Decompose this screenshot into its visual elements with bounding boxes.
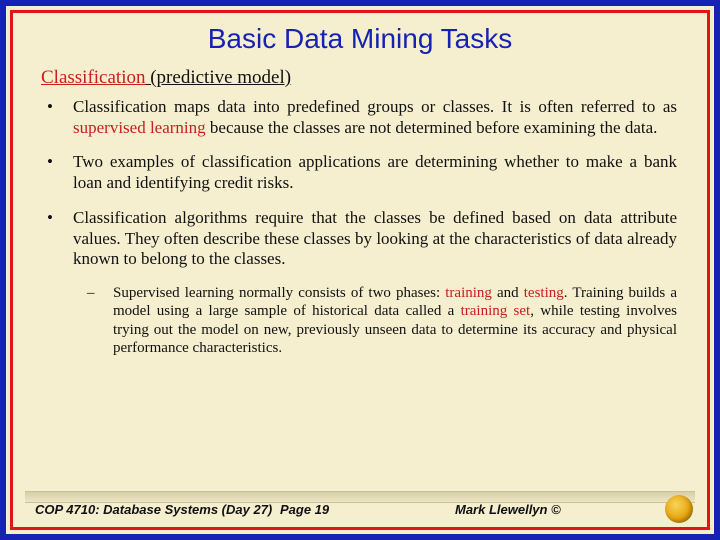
bullet-text: Classification maps data into predefined…	[73, 97, 677, 116]
sub-red: training	[445, 285, 492, 301]
sub-text: Supervised learning normally consists of…	[113, 285, 445, 301]
sub-red: testing	[524, 285, 564, 301]
bullet-list: Classification maps data into predefined…	[13, 97, 707, 270]
slide-inner: Basic Data Mining Tasks Classification (…	[10, 10, 710, 530]
slide-frame: Basic Data Mining Tasks Classification (…	[0, 0, 720, 540]
footer-page: Page 19	[280, 502, 455, 517]
footer-author: Mark Llewellyn ©	[455, 502, 665, 517]
bullet-item: Two examples of classification applicati…	[43, 152, 677, 193]
sub-bullet-item: Supervised learning normally consists of…	[83, 284, 677, 357]
footer-course: COP 4710: Database Systems (Day 27)	[35, 502, 280, 517]
subheading: Classification (predictive model)	[13, 61, 707, 97]
sub-text: and	[492, 285, 524, 301]
footer: COP 4710: Database Systems (Day 27) Page…	[13, 491, 707, 527]
sub-red: training set	[461, 303, 531, 319]
bullet-text: Two examples of classification applicati…	[73, 152, 677, 192]
bullet-item: Classification maps data into predefined…	[43, 97, 677, 138]
bullet-text: because the classes are not determined b…	[206, 118, 658, 137]
sub-bullet-list: Supervised learning normally consists of…	[13, 284, 707, 357]
subheading-term: Classification	[41, 67, 145, 88]
bullet-item: Classification algorithms require that t…	[43, 208, 677, 270]
subheading-rest: (predictive model)	[145, 67, 291, 88]
ucf-logo-icon	[665, 495, 693, 523]
bullet-red: supervised learning	[73, 118, 206, 137]
slide-title: Basic Data Mining Tasks	[13, 13, 707, 61]
bullet-text: Classification algorithms require that t…	[73, 208, 677, 268]
